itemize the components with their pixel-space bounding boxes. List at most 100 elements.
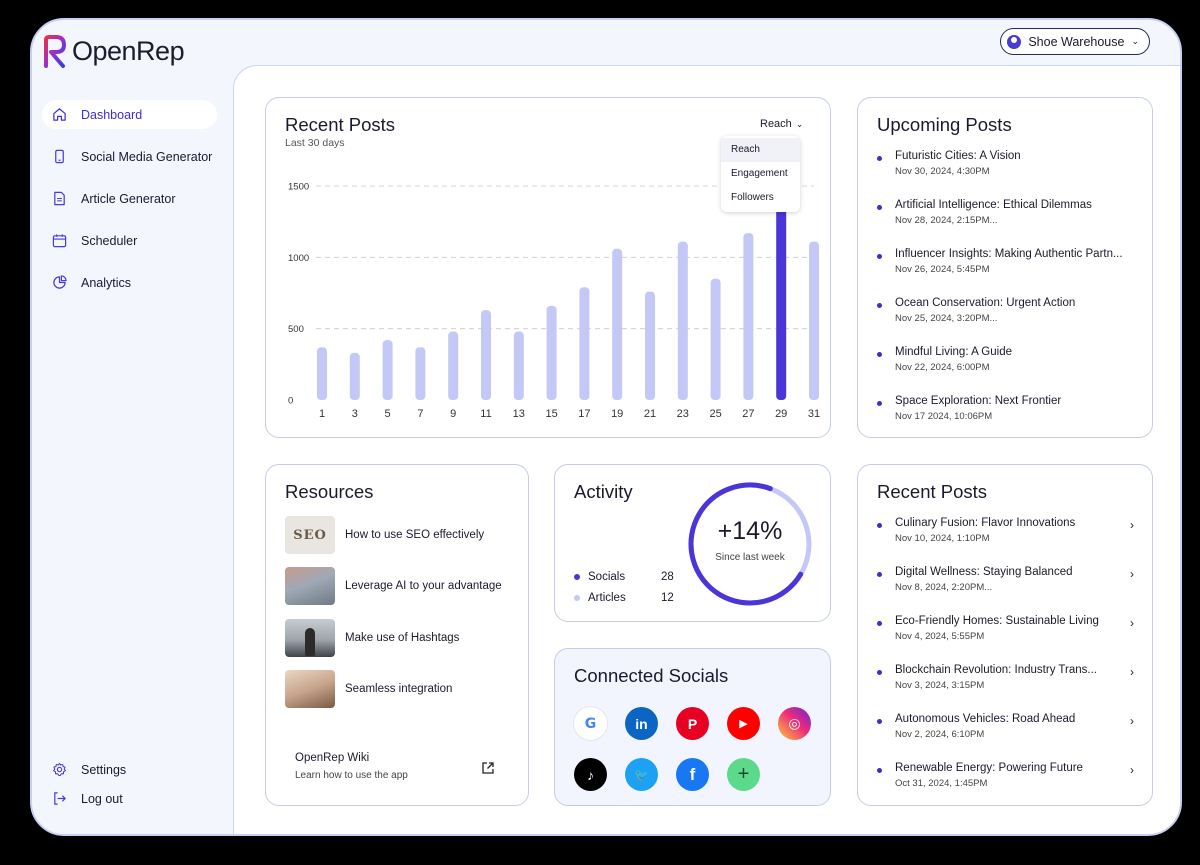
- metric-select[interactable]: Reach ⌄: [760, 118, 803, 130]
- list-item[interactable]: Mindful Living: A Guide Nov 22, 2024, 6:0…: [877, 346, 1138, 395]
- app-window: OpenRep Shoe Warehouse ⌄ Dashboard Socia…: [30, 18, 1182, 836]
- resource-item[interactable]: SEO How to use SEO effectively: [285, 516, 505, 554]
- app-name: OpenRep: [72, 35, 185, 66]
- logout-link[interactable]: Log out: [42, 784, 217, 813]
- bar[interactable]: [546, 305, 557, 400]
- resource-item[interactable]: Make use of Hashtags: [285, 619, 505, 657]
- list-item[interactable]: Renewable Energy: Powering Future Oct 31,…: [877, 762, 1138, 811]
- list-item[interactable]: Blockchain Revolution: Industry Trans...…: [877, 664, 1138, 713]
- sidebar-item-dashboard[interactable]: Dashboard: [42, 100, 217, 129]
- y-tick-label: 0: [288, 396, 293, 407]
- list-item[interactable]: Digital Wellness: Staying Balanced Nov 8,…: [877, 566, 1138, 615]
- list-item[interactable]: Eco-Friendly Homes: Sustainable Living No…: [877, 615, 1138, 664]
- pinterest-icon[interactable]: P: [676, 707, 709, 740]
- wiki-link[interactable]: OpenRep Wiki Learn how to use the app: [295, 752, 408, 781]
- post-date: Nov 22, 2024, 6:00PM: [895, 362, 990, 373]
- resource-item[interactable]: Seamless integration: [285, 670, 505, 708]
- bar[interactable]: [645, 291, 655, 400]
- post-title: Renewable Energy: Powering Future: [895, 762, 1083, 774]
- bar[interactable]: [481, 310, 491, 400]
- metric-dropdown: Reach Engagement Followers: [721, 136, 800, 212]
- chevron-right-icon[interactable]: ›: [1130, 518, 1134, 532]
- x-tick-label: 29: [775, 408, 787, 420]
- post-date: Nov 10, 2024, 1:10PM: [895, 533, 990, 544]
- bar[interactable]: [612, 248, 623, 400]
- logout-label: Log out: [81, 791, 123, 806]
- metric-option-followers[interactable]: Followers: [721, 186, 800, 210]
- metric-option-reach[interactable]: Reach: [721, 138, 800, 162]
- chevron-down-icon: ⌄: [795, 118, 804, 129]
- social-glyph: ▶: [739, 718, 748, 730]
- openrep-logo-icon: [44, 35, 66, 68]
- bar[interactable]: [513, 331, 524, 400]
- x-tick-label: 17: [578, 408, 590, 420]
- x-tick-label: 19: [611, 408, 623, 420]
- sidebar-item-social-media-generator[interactable]: Social Media Generator: [42, 142, 217, 171]
- x-tick-label: 23: [677, 408, 689, 420]
- account-switcher[interactable]: Shoe Warehouse ⌄: [1000, 28, 1150, 55]
- linkedin-icon[interactable]: in: [625, 707, 658, 740]
- list-item[interactable]: Autonomous Vehicles: Road Ahead Nov 2, 20…: [877, 713, 1138, 762]
- chevron-right-icon[interactable]: ›: [1130, 616, 1134, 630]
- bar[interactable]: [349, 352, 360, 400]
- chevron-right-icon[interactable]: ›: [1130, 714, 1134, 728]
- sidebar-item-label: Analytics: [81, 275, 132, 290]
- tiktok-icon[interactable]: ♪: [574, 758, 607, 791]
- legend-value: 28: [661, 571, 674, 583]
- metric-option-engagement[interactable]: Engagement: [721, 162, 800, 186]
- social-glyph: +: [737, 763, 750, 785]
- sidebar-footer: Settings Log out: [42, 755, 217, 813]
- instagram-icon[interactable]: ◎: [778, 707, 811, 740]
- upcoming-list: Futuristic Cities: A Vision Nov 30, 2024,…: [877, 150, 1138, 444]
- brand[interactable]: OpenRep: [42, 34, 185, 68]
- x-tick-label: 5: [385, 408, 391, 420]
- external-link-icon[interactable]: [481, 761, 495, 775]
- bar[interactable]: [382, 340, 393, 400]
- list-item[interactable]: Futuristic Cities: A Vision Nov 30, 2024,…: [877, 150, 1138, 199]
- list-item[interactable]: Influencer Insights: Making Authentic Pa…: [877, 248, 1138, 297]
- chevron-right-icon[interactable]: ›: [1130, 665, 1134, 679]
- x-tick-label: 7: [417, 408, 423, 420]
- wiki-title: OpenRep Wiki: [295, 752, 370, 764]
- thumbnail-text: SEO: [293, 527, 327, 543]
- list-item[interactable]: Artificial Intelligence: Ethical Dilemma…: [877, 199, 1138, 248]
- twitter-icon[interactable]: 🐦: [625, 758, 658, 791]
- recent-posts-list-card: Recent Posts Culinary Fusion: Flavor Inn…: [857, 464, 1153, 806]
- y-tick-label: 500: [288, 324, 304, 335]
- list-item[interactable]: Ocean Conservation: Urgent Action Nov 25,…: [877, 297, 1138, 346]
- list-item[interactable]: Space Exploration: Next Frontier Nov 17 2…: [877, 395, 1138, 444]
- sidebar-item-article-generator[interactable]: Article Generator: [42, 184, 217, 213]
- bar[interactable]: [809, 241, 819, 400]
- bar[interactable]: [415, 347, 426, 400]
- chevron-right-icon[interactable]: ›: [1130, 567, 1134, 581]
- list-item[interactable]: Culinary Fusion: Flavor Innovations Nov 1…: [877, 517, 1138, 566]
- post-title: Influencer Insights: Making Authentic Pa…: [895, 248, 1123, 260]
- bar[interactable]: [677, 241, 688, 400]
- add-social-icon[interactable]: +: [727, 758, 760, 791]
- activity-card: Activity Socials 28 Articles 12 +14% Sin…: [554, 464, 831, 622]
- resource-item[interactable]: Leverage AI to your advantage: [285, 567, 505, 605]
- settings-link[interactable]: Settings: [42, 755, 217, 784]
- bar[interactable]: [743, 233, 754, 400]
- post-date: Nov 4, 2024, 5:55PM: [895, 631, 985, 642]
- post-date: Nov 26, 2024, 5:45PM: [895, 264, 990, 275]
- youtube-icon[interactable]: ▶: [727, 707, 760, 740]
- x-tick-label: 3: [352, 408, 358, 420]
- bar[interactable]: [776, 182, 787, 400]
- sidebar-item-label: Scheduler: [81, 233, 138, 248]
- bar[interactable]: [579, 287, 590, 400]
- gear-icon: [53, 762, 66, 777]
- sidebar-item-scheduler[interactable]: Scheduler: [42, 226, 217, 255]
- sidebar: Dashboard Social Media Generator Article…: [32, 100, 232, 310]
- facebook-icon[interactable]: f: [676, 758, 709, 791]
- google-icon[interactable]: G: [574, 707, 607, 740]
- bar[interactable]: [448, 331, 459, 400]
- activity-change: +14%: [717, 517, 783, 545]
- legend-dot: [574, 595, 580, 601]
- bar[interactable]: [710, 278, 721, 400]
- sidebar-item-label: Dashboard: [81, 107, 143, 122]
- sidebar-item-analytics[interactable]: Analytics: [42, 268, 217, 297]
- bar[interactable]: [317, 347, 327, 400]
- social-glyph: P: [687, 715, 698, 732]
- chevron-right-icon[interactable]: ›: [1130, 763, 1134, 777]
